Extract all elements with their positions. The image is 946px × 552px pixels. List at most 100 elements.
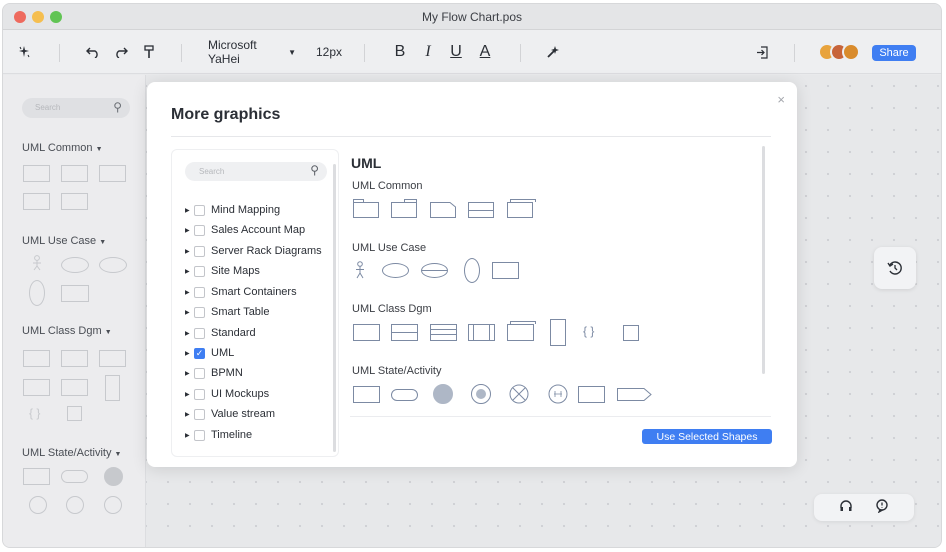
bold-button[interactable]: B (391, 30, 409, 74)
checkbox-checked[interactable]: ✓ (194, 347, 205, 359)
checkbox[interactable] (194, 327, 205, 339)
checkbox[interactable] (194, 265, 205, 277)
format-painter-icon[interactable] (139, 30, 159, 74)
actor-shape[interactable] (355, 261, 365, 279)
class-shape[interactable] (353, 324, 380, 341)
share-button[interactable]: Share (872, 45, 916, 61)
checkbox[interactable] (194, 388, 205, 400)
initial-node-shape[interactable] (433, 384, 453, 404)
category-item[interactable]: ▶ Standard (185, 325, 256, 341)
checkbox[interactable] (194, 245, 205, 257)
checkbox[interactable] (194, 306, 205, 318)
class-box-shape[interactable] (468, 202, 494, 218)
sidebar-shape[interactable] (61, 379, 88, 396)
component-shape[interactable] (507, 321, 536, 341)
category-item[interactable]: ▶ Server Rack Diagrams (185, 243, 322, 259)
export-icon[interactable] (752, 30, 772, 74)
sidebar-section-uml-class-dgm[interactable]: UML Class Dgm ▼ (22, 325, 112, 337)
redo-icon[interactable] (111, 30, 131, 74)
sidebar-shape[interactable] (99, 257, 127, 273)
category-item[interactable]: ▶ Mind Mapping (185, 202, 280, 218)
system-boundary-shape[interactable] (492, 262, 519, 279)
sidebar-shape[interactable] (23, 193, 50, 210)
send-signal-shape[interactable] (617, 388, 652, 401)
sidebar-shape[interactable] (61, 257, 89, 273)
square-shape[interactable] (623, 325, 639, 341)
sidebar-shape[interactable] (99, 350, 126, 367)
font-color-button[interactable]: A (476, 30, 494, 74)
sparkle-icon[interactable] (13, 30, 35, 74)
state-shape[interactable] (353, 386, 380, 403)
sidebar-shape[interactable]: { } (29, 406, 45, 422)
package-shape[interactable] (353, 199, 379, 218)
sidebar-shape[interactable] (61, 193, 88, 210)
undo-icon[interactable] (83, 30, 103, 74)
category-item[interactable]: ▶ Sales Account Map (185, 222, 305, 238)
sidebar-shape[interactable] (66, 496, 84, 514)
category-search-input[interactable]: Search ⚲ (185, 162, 327, 181)
lifeline-shape[interactable] (550, 319, 566, 346)
collaborator-avatars[interactable] (818, 43, 864, 61)
category-item[interactable]: ▶ BPMN (185, 365, 243, 381)
activity-shape[interactable] (391, 389, 418, 401)
category-item[interactable]: ▶ UI Mockups (185, 386, 269, 402)
class-three-part-shape[interactable] (430, 324, 457, 341)
checkbox[interactable] (194, 204, 205, 216)
sidebar-shape[interactable] (61, 470, 88, 483)
italic-button[interactable]: I (419, 30, 437, 74)
sidebar-section-uml-use-case[interactable]: UML Use Case ▼ (22, 235, 106, 247)
final-node-shape[interactable] (471, 384, 491, 404)
font-family-dropdown[interactable]: Microsoft YaHei ▼ (208, 30, 296, 74)
braces-shape[interactable]: { } (583, 324, 599, 340)
state-box-shape[interactable] (578, 386, 605, 403)
folder-shape[interactable] (391, 199, 417, 218)
history-state-shape[interactable] (548, 384, 568, 404)
sidebar-shape[interactable] (61, 350, 88, 367)
sidebar-shape[interactable] (29, 280, 45, 306)
note-shape[interactable] (430, 202, 456, 218)
font-size-field[interactable]: 12px (315, 30, 343, 74)
underline-button[interactable]: U (447, 30, 465, 74)
category-item[interactable]: ▶ ✓ UML (185, 345, 234, 361)
sidebar-shape[interactable] (105, 375, 120, 401)
magic-wand-icon[interactable] (543, 30, 563, 74)
sidebar-shape[interactable] (23, 350, 50, 367)
use-selected-shapes-button[interactable]: Use Selected Shapes (642, 429, 772, 444)
sidebar-shape[interactable] (23, 165, 50, 182)
sidebar-shape[interactable] (61, 285, 89, 302)
sidebar-section-uml-common[interactable]: UML Common ▼ (22, 142, 103, 154)
category-item[interactable]: ▶ Smart Containers (185, 284, 297, 300)
category-item[interactable]: ▶ Value stream (185, 406, 275, 422)
category-scrollbar[interactable] (333, 164, 336, 452)
sidebar-shape[interactable] (104, 496, 122, 514)
flow-final-shape[interactable] (509, 384, 529, 404)
actor-shape[interactable] (31, 255, 43, 271)
frame-shape[interactable] (507, 199, 536, 218)
history-icon[interactable] (874, 247, 916, 289)
checkbox[interactable] (194, 429, 205, 441)
sidebar-shape[interactable] (104, 467, 123, 486)
checkbox[interactable] (194, 367, 205, 379)
sidebar-shape[interactable] (67, 406, 82, 421)
sidebar-shape[interactable] (29, 496, 47, 514)
sidebar-shape[interactable] (99, 165, 126, 182)
category-item[interactable]: ▶ Site Maps (185, 263, 260, 279)
preview-scrollbar[interactable] (762, 146, 765, 374)
sidebar-shape[interactable] (23, 468, 50, 485)
category-item[interactable]: ▶ Timeline (185, 427, 252, 443)
close-icon[interactable]: × (777, 92, 785, 107)
headset-icon[interactable] (839, 499, 853, 516)
feedback-icon[interactable] (875, 499, 889, 516)
checkbox[interactable] (194, 224, 205, 236)
interface-shape[interactable] (468, 324, 495, 341)
class-two-part-shape[interactable] (391, 324, 418, 341)
checkbox[interactable] (194, 286, 205, 298)
sidebar-section-uml-state-activity[interactable]: UML State/Activity ▼ (22, 447, 121, 459)
checkbox[interactable] (194, 408, 205, 420)
category-item[interactable]: ▶ Smart Table (185, 304, 270, 320)
use-case-split-ellipse-shape[interactable] (421, 263, 448, 278)
use-case-ellipse-shape[interactable] (382, 263, 409, 278)
sidebar-search-input[interactable]: Search ⚲ (22, 98, 130, 118)
sidebar-shape[interactable] (23, 379, 50, 396)
vertical-ellipse-shape[interactable] (464, 258, 480, 283)
